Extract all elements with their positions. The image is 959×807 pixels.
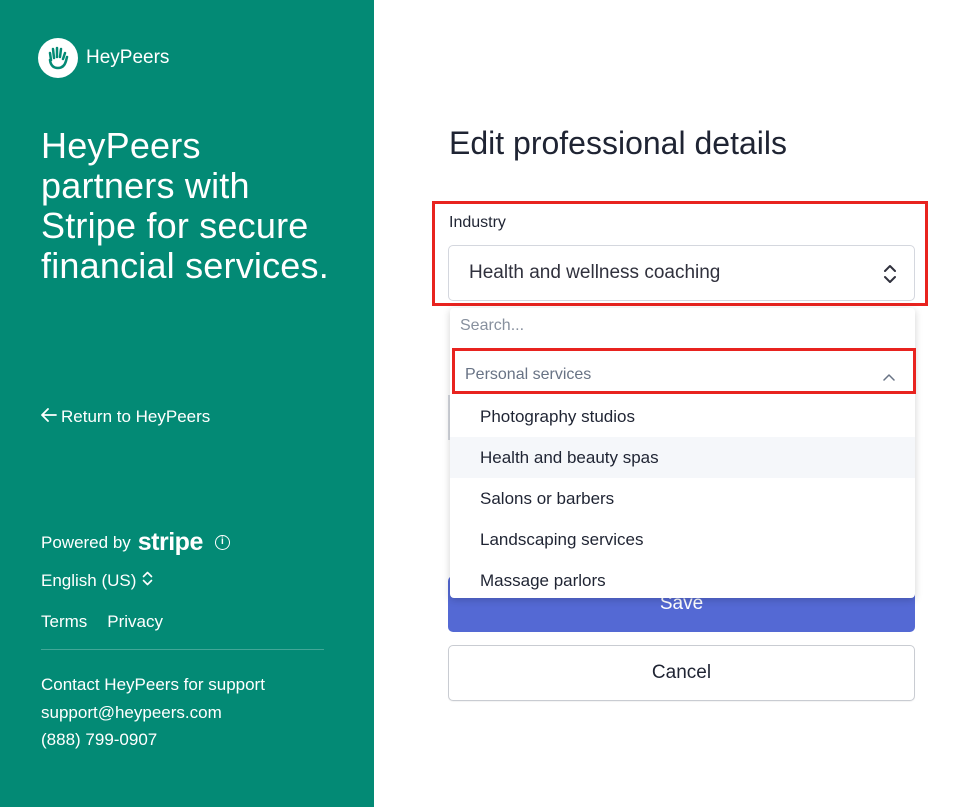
page-title: Edit professional details [449,125,787,161]
left-panel: HeyPeers HeyPeers partners with Stripe f… [0,0,374,807]
return-link-label: Return to HeyPeers [61,407,211,426]
privacy-link[interactable]: Privacy [107,612,163,632]
support-email[interactable]: support@heypeers.com [41,699,265,727]
option-landscaping-services[interactable]: Landscaping services [450,519,915,560]
brand: HeyPeers [38,38,169,78]
divider [41,649,324,650]
option-massage-parlors[interactable]: Massage parlors [450,560,915,598]
industry-select[interactable]: Health and wellness coaching [448,245,915,301]
option-photography-studios[interactable]: Photography studios [450,396,915,437]
cancel-button[interactable]: Cancel [448,645,915,701]
industry-label: Industry [449,214,506,231]
option-health-and-beauty-spas[interactable]: Health and beauty spas [450,437,915,478]
group-header-personal-services[interactable]: Personal services [465,366,905,384]
language-selector[interactable]: English (US) [41,571,153,591]
terms-link[interactable]: Terms [41,612,87,632]
info-icon[interactable]: i [214,535,230,550]
chevron-up-down-icon [883,263,897,291]
chevron-up-down-icon [142,571,153,591]
chevron-up-icon[interactable] [883,368,895,386]
headline: HeyPeers partners with Stripe for secure… [41,125,329,286]
powered-by-label: Powered by [41,532,131,552]
powered-by: Powered by stripe i [41,528,230,557]
search-input[interactable]: Search... [460,317,524,335]
brand-name: HeyPeers [86,47,170,68]
industry-dropdown: Search... Personal services Photography … [450,308,915,598]
language-label: English (US) [41,571,137,590]
cancel-button-label: Cancel [651,662,712,683]
industry-value: Health and wellness coaching [469,262,721,283]
support-info: Contact HeyPeers for support support@hey… [41,671,265,754]
arrow-left-icon [41,407,57,427]
return-link[interactable]: Return to HeyPeers [41,407,210,427]
stripe-logo[interactable]: stripe [138,528,204,557]
support-heading: Contact HeyPeers for support [41,675,265,694]
waving-hand-icon [38,38,78,78]
legal-links: Terms Privacy [41,612,163,632]
support-phone[interactable]: (888) 799-0907 [41,726,265,754]
option-salons-or-barbers[interactable]: Salons or barbers [450,478,915,519]
